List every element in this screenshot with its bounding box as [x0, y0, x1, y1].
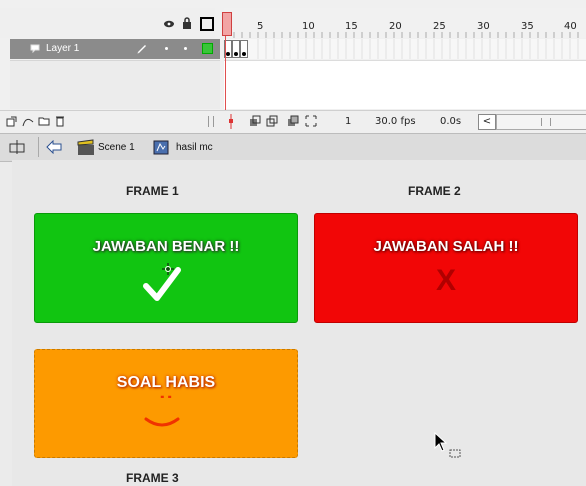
timeline-scrollbar[interactable]	[496, 114, 586, 130]
frame-1-label: FRAME 1	[126, 184, 179, 198]
frame-ruler[interactable]: 1 5 10 15 20 25 30 35 40	[224, 8, 586, 38]
pencil-icon	[137, 45, 146, 54]
ruler-number: 35	[521, 21, 534, 32]
frame-rate-display[interactable]: 30.0 fps	[375, 116, 416, 127]
symbol-breadcrumb[interactable]: hasil mc	[176, 142, 213, 153]
keyframe-dot	[234, 52, 238, 56]
registration-point-icon	[162, 263, 174, 275]
ruler-number: 40	[564, 21, 577, 32]
outline-icon[interactable]	[200, 17, 214, 31]
delete-layer-icon[interactable]	[55, 115, 65, 127]
current-frame-display: 1	[345, 116, 352, 127]
keyframe-dot	[242, 52, 246, 56]
movieclip-symbol-icon	[153, 140, 169, 155]
questions-finished-card[interactable]: SOAL HABIS ˙˙	[34, 349, 298, 458]
scene-breadcrumb[interactable]: Scene 1	[98, 142, 135, 153]
smiley-mouth-icon	[144, 417, 180, 427]
ruler-number: 20	[389, 21, 402, 32]
keyframe-dot	[226, 52, 230, 56]
mouse-cursor-icon	[434, 432, 461, 458]
insert-folder-icon[interactable]	[38, 116, 50, 126]
scroll-left-button[interactable]: <	[478, 114, 496, 130]
scene-clapper-icon	[77, 139, 94, 155]
x-mark: X	[435, 264, 456, 297]
ruler-number: 25	[433, 21, 446, 32]
layer-name[interactable]: Layer 1	[46, 43, 79, 54]
scrollbar-grip	[541, 118, 551, 126]
keyframe-2[interactable]	[232, 40, 240, 58]
ruler-number: 15	[345, 21, 358, 32]
lock-dot[interactable]	[184, 47, 187, 50]
layer-header	[0, 8, 215, 38]
visibility-dot[interactable]	[165, 47, 168, 50]
onion-skin-outlines-icon[interactable]	[266, 115, 278, 127]
ruler-number: 30	[477, 21, 490, 32]
frame-grid	[257, 39, 579, 59]
frame-3-label: FRAME 3	[126, 471, 179, 485]
ruler-number: 10	[302, 21, 315, 32]
timeline-splitter[interactable]	[208, 116, 214, 127]
edit-multiple-frames-icon[interactable]	[287, 115, 299, 127]
wrong-answer-title: JAWABAN SALAH !!	[373, 238, 519, 255]
wrong-answer-card[interactable]: JAWABAN SALAH !! X	[314, 213, 578, 323]
keyframe-3[interactable]	[240, 40, 248, 58]
frame-2-label: FRAME 2	[408, 184, 461, 198]
edit-bar: Scene 1 hasil mc	[0, 133, 586, 162]
frames-row[interactable]	[224, 39, 586, 59]
layer-icon	[30, 44, 40, 53]
ruler-number: 5	[257, 21, 264, 32]
smiley-eyes: ˙˙	[158, 392, 174, 417]
center-frame-icon[interactable]	[228, 114, 234, 129]
playhead[interactable]	[222, 12, 232, 36]
divider	[38, 137, 39, 157]
timeline-status-bar: 1 30.0 fps 0.0s <	[0, 110, 586, 133]
frames-empty-area	[224, 60, 586, 109]
add-motion-guide-icon[interactable]	[22, 116, 34, 127]
layer-row[interactable]: Layer 1	[10, 39, 220, 59]
layer-color-swatch[interactable]	[202, 43, 213, 54]
back-arrow-icon[interactable]	[46, 140, 62, 154]
timeline-toggle-icon[interactable]	[8, 139, 26, 155]
lock-icon[interactable]	[182, 17, 192, 29]
eye-icon[interactable]	[163, 19, 175, 29]
insert-layer-icon[interactable]	[6, 116, 17, 127]
elapsed-time-display: 0.0s	[440, 116, 462, 127]
layer-empty-area	[10, 60, 220, 109]
modify-markers-icon[interactable]	[305, 115, 317, 127]
correct-answer-card[interactable]: JAWABAN BENAR !!	[34, 213, 298, 323]
correct-answer-title: JAWABAN BENAR !!	[92, 238, 240, 255]
onion-skin-icon[interactable]	[249, 115, 261, 127]
questions-finished-title: SOAL HABIS	[116, 374, 216, 391]
